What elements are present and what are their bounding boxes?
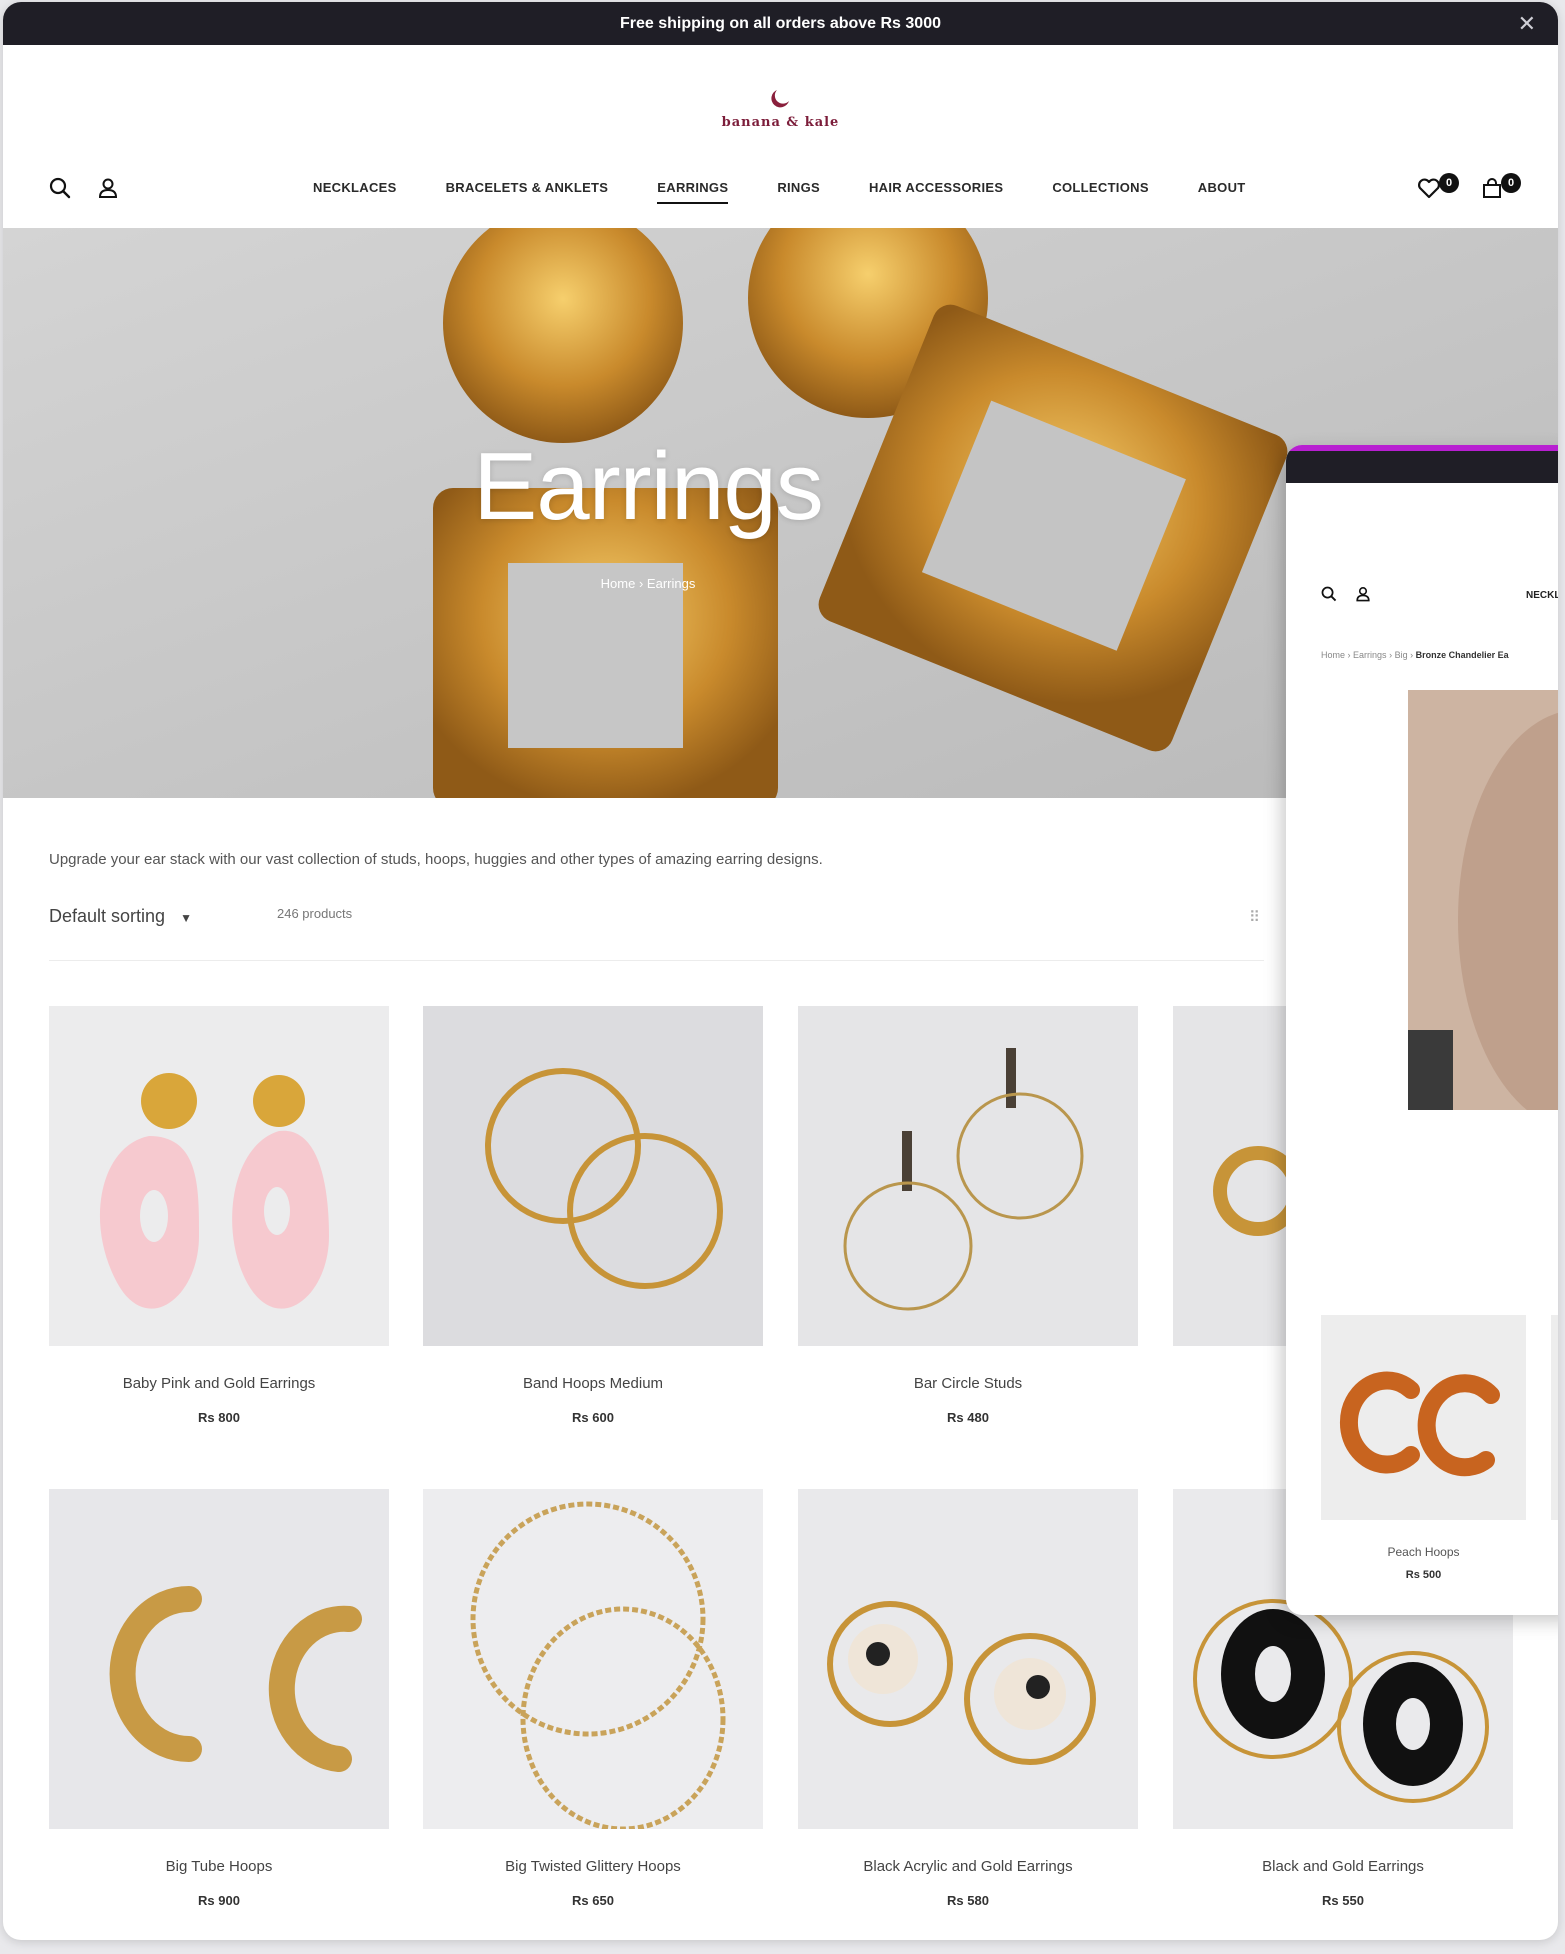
product-card[interactable]: Big Twisted Glittery Hoops Rs 650	[423, 1489, 763, 1908]
nav-item-rings[interactable]: RINGS	[777, 180, 820, 204]
moon-logo-icon	[3, 87, 1558, 115]
cart-count-badge: 0	[1501, 173, 1521, 193]
announcement-bar: Free shipping on all orders above Rs 300…	[3, 2, 1558, 45]
product-price: Rs 550	[1322, 1893, 1364, 1908]
product-image[interactable]	[49, 1489, 389, 1829]
product-name[interactable]: Baby Pink and Gold Earrings	[49, 1375, 389, 1392]
browser-window: Free shipping on all orders above Rs 300…	[3, 2, 1558, 1940]
product-card[interactable]: Band Hoops Medium Rs 600	[423, 1006, 763, 1425]
preview-product-photo[interactable]	[1408, 690, 1558, 1110]
sort-label: Default sorting	[49, 906, 166, 926]
crumb-separator: ›	[1347, 650, 1351, 660]
product-image[interactable]	[798, 1006, 1138, 1346]
crumb-home[interactable]: Home	[1321, 650, 1345, 660]
product-image[interactable]	[49, 1006, 389, 1346]
product-name[interactable]: Black and Gold Earrings	[1173, 1858, 1513, 1875]
account-icon[interactable]	[97, 177, 119, 204]
product-image[interactable]	[798, 1489, 1138, 1829]
wishlist-button[interactable]: 0	[1417, 173, 1459, 204]
preview-product-name[interactable]: Peach Hoops	[1321, 1545, 1526, 1559]
product-image[interactable]	[423, 1489, 763, 1829]
crumb-current: Bronze Chandelier Ea	[1415, 650, 1509, 660]
product-price: Rs 480	[947, 1410, 989, 1425]
logo-text: banana & kale	[721, 115, 840, 130]
crumb-separator: ›	[1410, 650, 1414, 660]
product-name[interactable]: Band Hoops Medium	[423, 1375, 763, 1392]
product-card[interactable]: Black Acrylic and Gold Earrings Rs 580	[798, 1489, 1138, 1908]
cart-button[interactable]: 0	[1481, 173, 1521, 204]
product-card[interactable]: Bar Circle Studs Rs 480	[798, 1006, 1138, 1425]
preview-related-product-image[interactable]	[1321, 1315, 1526, 1520]
product-price: Rs 580	[947, 1893, 989, 1908]
product-page-preview-window: NECKLA Home › Earrings › Big › Bronze Ch…	[1286, 445, 1558, 1615]
breadcrumb: Home › Earrings	[3, 576, 1293, 591]
search-icon[interactable]	[1321, 586, 1337, 607]
product-count: 246 products	[277, 906, 353, 921]
crumb-earrings[interactable]: Earrings	[1353, 650, 1387, 660]
crumb-separator: ›	[1389, 650, 1393, 660]
nav-item-hair-accessories[interactable]: HAIR ACCESSORIES	[869, 180, 1003, 204]
product-card[interactable]: Big Tube Hoops Rs 900	[49, 1489, 389, 1908]
caret-down-icon: ▼	[180, 911, 192, 925]
sort-dropdown[interactable]: Default sorting ▼	[49, 906, 192, 927]
crumb-big[interactable]: Big	[1395, 650, 1408, 660]
close-icon[interactable]: ✕	[1518, 2, 1536, 45]
bag-icon	[1481, 178, 1503, 203]
category-description: Upgrade your ear stack with our vast col…	[49, 851, 823, 868]
grid-view-icon[interactable]: ⠿	[1249, 908, 1260, 926]
nav-item-necklaces[interactable]: NECKLACES	[313, 180, 397, 204]
nav-item-earrings[interactable]: EARRINGS	[657, 180, 729, 204]
product-price: Rs 650	[572, 1893, 614, 1908]
product-image[interactable]	[423, 1006, 763, 1346]
product-price: Rs 600	[572, 1410, 614, 1425]
heart-icon	[1417, 178, 1441, 203]
product-name[interactable]: Big Twisted Glittery Hoops	[423, 1858, 763, 1875]
main-nav: NECKLACES BRACELETS & ANKLETS EARRINGS R…	[313, 180, 1246, 204]
account-icon[interactable]	[1355, 586, 1371, 607]
hero-title: Earrings	[473, 433, 823, 540]
preview-announcement-bar	[1286, 451, 1558, 483]
breadcrumb-separator: ›	[638, 576, 644, 591]
preview-nav-item[interactable]: NECKLA	[1526, 590, 1558, 601]
breadcrumb-current: Earrings	[646, 576, 696, 591]
announcement-text: Free shipping on all orders above Rs 300…	[620, 15, 941, 32]
preview-related-product-image[interactable]	[1551, 1315, 1558, 1520]
product-card[interactable]: Baby Pink and Gold Earrings Rs 800	[49, 1006, 389, 1425]
product-price: Rs 900	[198, 1893, 240, 1908]
product-price: Rs 800	[198, 1410, 240, 1425]
toolbar-divider	[49, 960, 1264, 961]
nav-item-collections[interactable]: COLLECTIONS	[1052, 180, 1148, 204]
product-name[interactable]: Bar Circle Studs	[798, 1375, 1138, 1392]
search-icon[interactable]	[49, 177, 71, 204]
nav-item-bracelets-anklets[interactable]: BRACELETS & ANKLETS	[446, 180, 609, 204]
product-name[interactable]: Black Acrylic and Gold Earrings	[798, 1858, 1138, 1875]
preview-breadcrumb: Home › Earrings › Big › Bronze Chandelie…	[1321, 650, 1509, 660]
wishlist-count-badge: 0	[1439, 173, 1459, 193]
preview-product-price: Rs 500	[1405, 1569, 1442, 1581]
breadcrumb-home[interactable]: Home	[601, 576, 636, 591]
site-logo[interactable]: banana & kale	[3, 87, 1558, 130]
nav-item-about[interactable]: ABOUT	[1198, 180, 1246, 204]
product-name[interactable]: Big Tube Hoops	[49, 1858, 389, 1875]
